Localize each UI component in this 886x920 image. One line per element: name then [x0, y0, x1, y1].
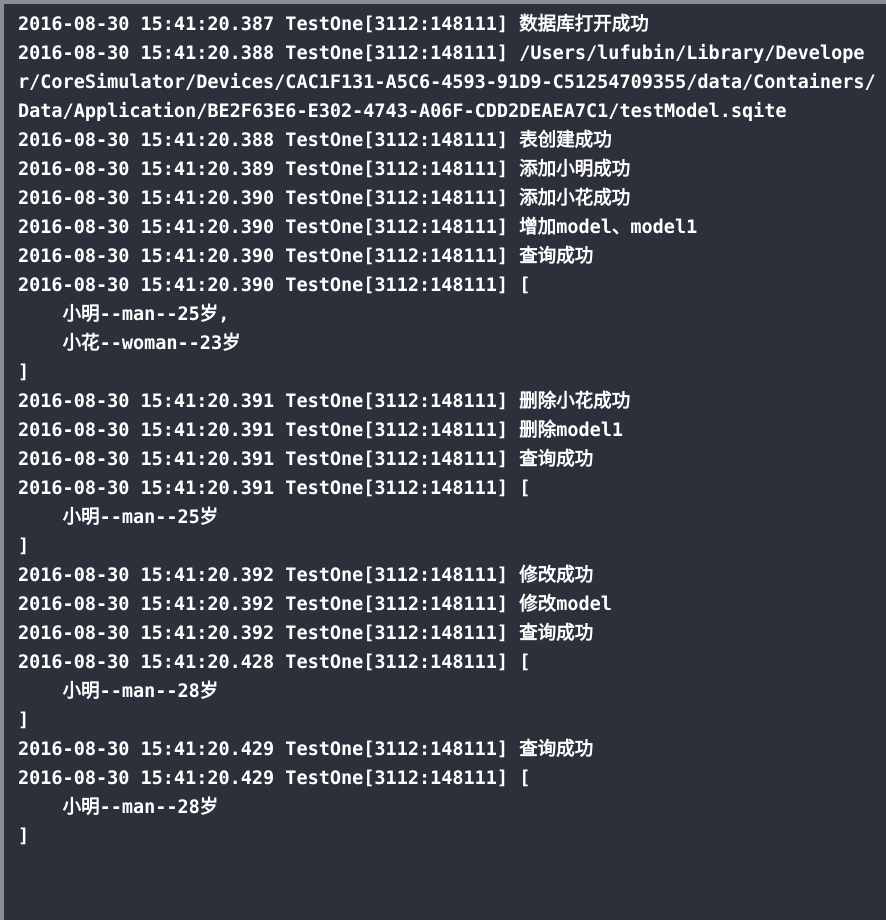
log-line: 小明--man--28岁: [18, 793, 878, 822]
log-line: 2016-08-30 15:41:20.388 TestOne[3112:148…: [18, 39, 878, 126]
log-line: 2016-08-30 15:41:20.392 TestOne[3112:148…: [18, 590, 878, 619]
log-line: ]: [18, 532, 878, 561]
log-line: 2016-08-30 15:41:20.429 TestOne[3112:148…: [18, 735, 878, 764]
log-line: 2016-08-30 15:41:20.392 TestOne[3112:148…: [18, 619, 878, 648]
console-output[interactable]: 2016-08-30 15:41:20.387 TestOne[3112:148…: [4, 4, 886, 851]
log-line: 小花--woman--23岁: [18, 329, 878, 358]
log-line: 2016-08-30 15:41:20.389 TestOne[3112:148…: [18, 155, 878, 184]
log-line: 2016-08-30 15:41:20.391 TestOne[3112:148…: [18, 445, 878, 474]
log-line: 2016-08-30 15:41:20.428 TestOne[3112:148…: [18, 648, 878, 677]
log-line: 2016-08-30 15:41:20.391 TestOne[3112:148…: [18, 387, 878, 416]
log-line: 小明--man--28岁: [18, 677, 878, 706]
log-line: 2016-08-30 15:41:20.392 TestOne[3112:148…: [18, 561, 878, 590]
log-line: ]: [18, 706, 878, 735]
log-line: 2016-08-30 15:41:20.390 TestOne[3112:148…: [18, 271, 878, 300]
log-line: 2016-08-30 15:41:20.388 TestOne[3112:148…: [18, 126, 878, 155]
log-line: 2016-08-30 15:41:20.387 TestOne[3112:148…: [18, 10, 878, 39]
log-line: 2016-08-30 15:41:20.391 TestOne[3112:148…: [18, 416, 878, 445]
log-line: 2016-08-30 15:41:20.390 TestOne[3112:148…: [18, 242, 878, 271]
log-line: 小明--man--25岁: [18, 503, 878, 532]
log-line: 2016-08-30 15:41:20.390 TestOne[3112:148…: [18, 213, 878, 242]
log-line: 2016-08-30 15:41:20.429 TestOne[3112:148…: [18, 764, 878, 793]
log-line: 小明--man--25岁,: [18, 300, 878, 329]
log-line: ]: [18, 358, 878, 387]
log-line: 2016-08-30 15:41:20.390 TestOne[3112:148…: [18, 184, 878, 213]
log-line: ]: [18, 822, 878, 851]
log-line: 2016-08-30 15:41:20.391 TestOne[3112:148…: [18, 474, 878, 503]
